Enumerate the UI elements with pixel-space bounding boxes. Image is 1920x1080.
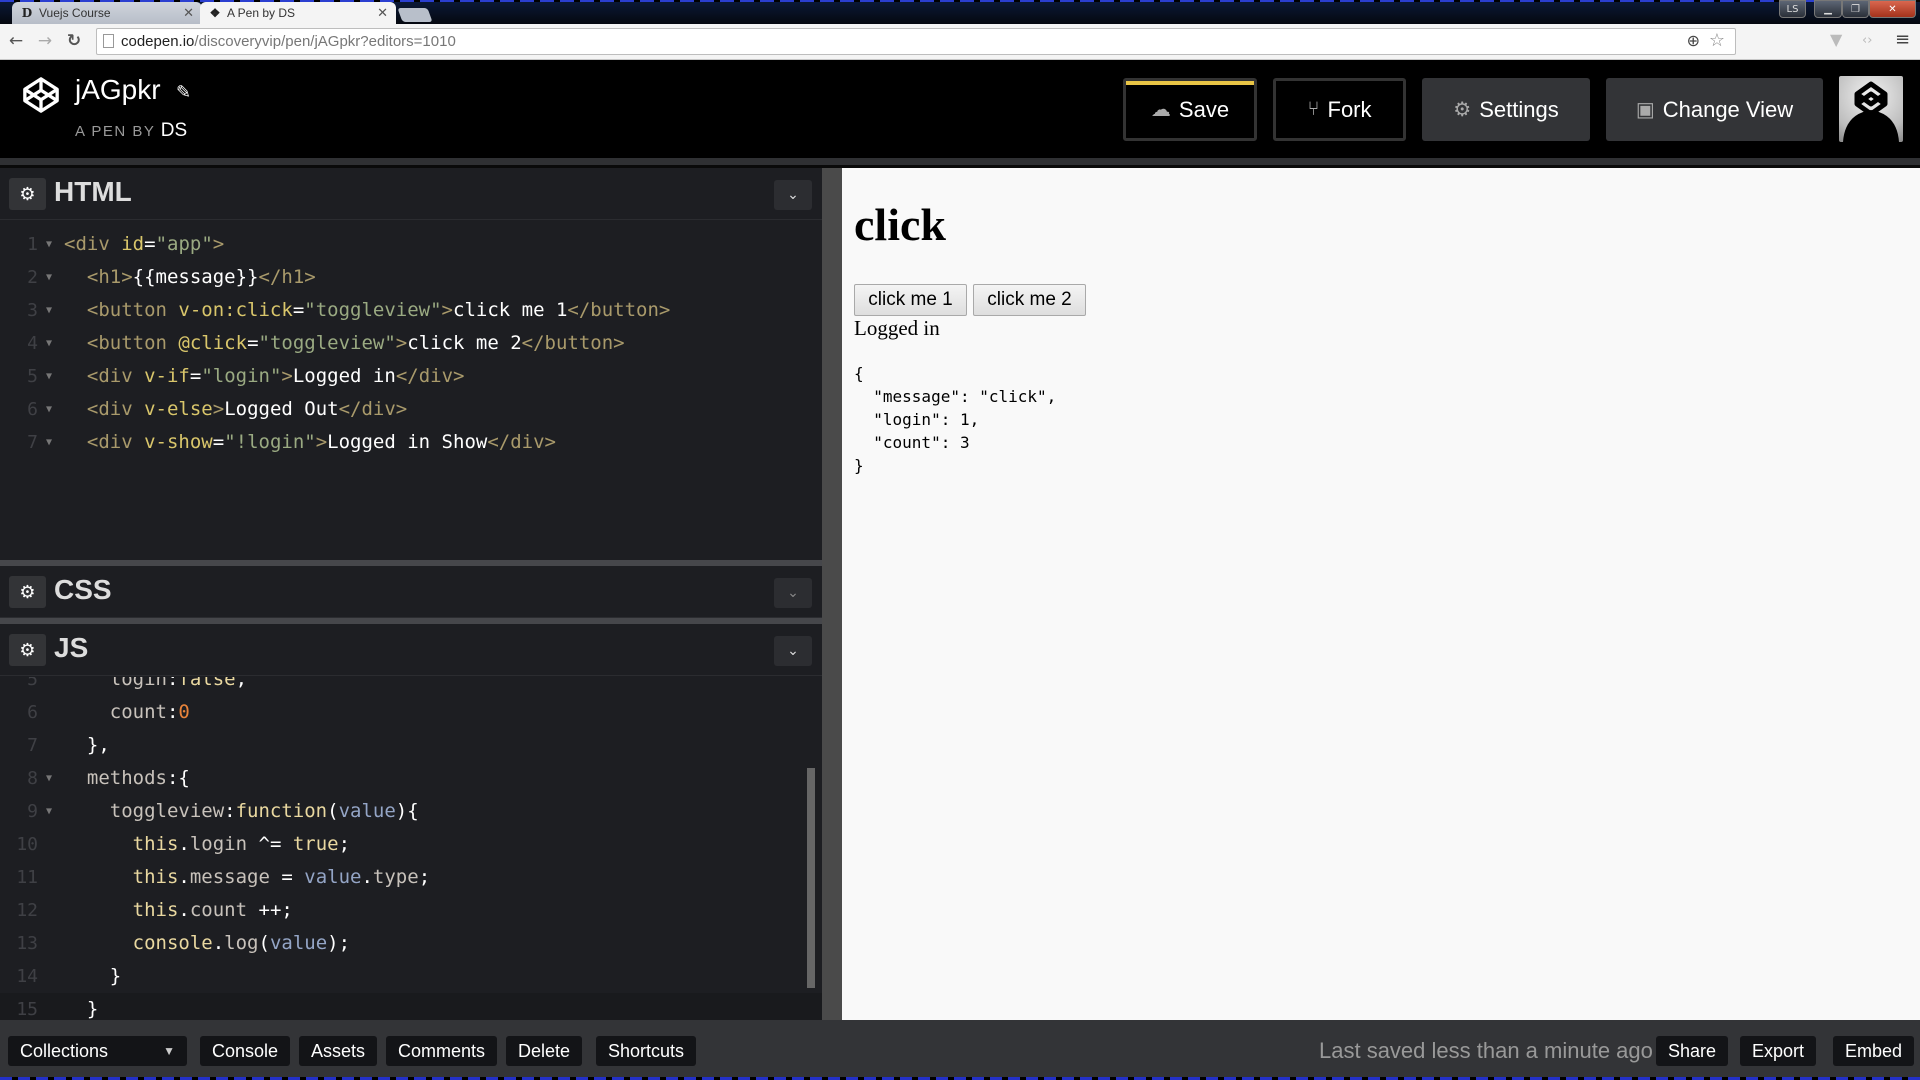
fork-button[interactable]: ⑂ Fork — [1273, 78, 1406, 141]
forward-arrow-icon[interactable]: → — [35, 31, 55, 51]
assets-button[interactable]: Assets — [299, 1036, 378, 1066]
user-avatar[interactable] — [1839, 76, 1903, 142]
extension-ear-icon[interactable]: ‹› — [1862, 33, 1872, 48]
change-view-button[interactable]: ▣ Change View — [1606, 78, 1823, 141]
embed-button[interactable]: Embed — [1833, 1036, 1915, 1066]
share-button[interactable]: Share — [1656, 1036, 1729, 1066]
close-tab-icon[interactable]: ✕ — [183, 5, 194, 21]
login-status-text: Logged in — [854, 316, 940, 340]
back-arrow-icon[interactable]: ← — [6, 31, 26, 51]
reload-icon[interactable]: ↻ — [64, 31, 84, 51]
comments-button[interactable]: Comments — [386, 1036, 498, 1066]
pen-author-line: A PEN BY DS — [75, 120, 188, 141]
url-text[interactable]: codepen.io/discoveryvip/pen/jAGpkr?edito… — [121, 33, 456, 50]
data-json-output: { "message": "click", "login": 1, "count… — [854, 364, 1057, 475]
delete-button[interactable]: Delete — [506, 1036, 583, 1066]
click-me-1-button[interactable]: click me 1 — [854, 284, 967, 316]
minimize-icon[interactable]: ▁ — [1814, 0, 1842, 18]
code-line: 2 ▼ <h1>{{message}}</h1> — [27, 266, 316, 288]
html-settings-gear-icon[interactable]: ⚙ — [9, 178, 46, 210]
course-favicon-icon: D — [21, 6, 33, 20]
result-preview: click click me 1 click me 2 Logged in { … — [842, 168, 1920, 1020]
export-button[interactable]: Export — [1740, 1036, 1817, 1066]
view-window-icon: ▣ — [1635, 99, 1655, 121]
editor-preview-resizer[interactable] — [822, 168, 842, 1020]
code-line: 12 this.count ++; — [16, 899, 293, 921]
fork-icon: ⑂ — [1307, 98, 1320, 120]
code-line: 7 }, — [27, 734, 110, 756]
js-editor-scrollbar[interactable] — [807, 768, 815, 988]
bookmark-star-icon[interactable]: ☆ — [1709, 30, 1725, 51]
codepen-header: jAGpkr ✎ A PEN BY DS ☁ Save ⑂ Fork ⚙ Set… — [0, 60, 1920, 158]
css-settings-gear-icon[interactable]: ⚙ — [9, 576, 46, 608]
browser-title-bar: D Vuejs Course ✕ ❖ A Pen by DS ✕ LS ▁ ❐ … — [0, 0, 1920, 24]
code-line: 1 ▼ <div id="app"> — [27, 233, 225, 255]
html-collapse-chevron-icon[interactable]: ⌄ — [774, 180, 812, 210]
console-button[interactable]: Console — [200, 1036, 291, 1066]
code-line: 14 } — [16, 965, 122, 987]
code-line: 10 this.login ^= true; — [16, 833, 351, 855]
new-tab-button[interactable] — [397, 8, 433, 22]
avatar-codepen-icon — [1843, 81, 1899, 142]
last-saved-status: Last saved less than a minute ago — [1319, 1038, 1653, 1063]
preview-heading: click — [854, 199, 946, 250]
settings-button[interactable]: ⚙ Settings — [1422, 78, 1590, 141]
css-editor-header[interactable]: ⚙ CSS ⌄ — [0, 566, 822, 618]
close-window-icon[interactable]: ✕ — [1869, 0, 1916, 18]
js-code-editor[interactable]: 5 login:false, 6 count:0 7 }, 8 ▼ methods… — [0, 677, 822, 1020]
js-editor-title: JS — [54, 632, 89, 663]
pen-title[interactable]: jAGpkr — [75, 74, 161, 106]
maximize-icon[interactable]: ❐ — [1842, 0, 1869, 18]
save-button[interactable]: ☁ Save — [1123, 78, 1257, 141]
js-collapse-chevron-icon[interactable]: ⌄ — [774, 636, 812, 666]
code-line: 7 ▼ <div v-show="!login">Logged in Show</… — [27, 431, 556, 453]
code-line: 11 this.message = value.type; — [16, 866, 431, 888]
code-line: 4 ▼ <button @click="toggleview">click me … — [27, 332, 625, 354]
code-line: 8 ▼ methods:{ — [27, 767, 190, 789]
address-bar[interactable]: codepen.io/discoveryvip/pen/jAGpkr?edito… — [96, 28, 1736, 55]
codepen-footer: Collections ▼ Console Assets Comments De… — [0, 1020, 1920, 1080]
html-code-editor[interactable]: 1 ▼ <div id="app"> 2 ▼ <h1>{{message}}</h1>… — [0, 228, 822, 460]
dropdown-caret-icon: ▼ — [163, 1044, 175, 1058]
close-tab-icon[interactable]: ✕ — [377, 5, 388, 21]
tab-title: Vuejs Course — [39, 6, 111, 20]
click-me-2-button[interactable]: click me 2 — [973, 284, 1086, 316]
codepen-favicon-icon: ❖ — [209, 6, 221, 20]
code-line: 3 ▼ <button v-on:click="toggleview">click… — [27, 299, 671, 321]
code-line: 9 ▼ toggleview:function(value){ — [27, 800, 419, 822]
shortcuts-button[interactable]: Shortcuts — [596, 1036, 697, 1066]
html-editor-title: HTML — [54, 176, 132, 207]
zoom-icon[interactable]: ⊕ — [1687, 31, 1700, 50]
code-line: 5 login:false, — [27, 677, 248, 690]
js-editor-header: ⚙ JS ⌄ — [0, 624, 822, 676]
browser-tab-vuejs-course[interactable]: D Vuejs Course ✕ — [12, 2, 202, 24]
code-line: 8▼ <pre>{{ $data | json }}</pre> — [0, 459, 822, 460]
header-divider — [0, 158, 1920, 165]
code-line: 6 ▼ <div v-else>Logged Out</div> — [27, 398, 408, 420]
page-icon — [103, 34, 114, 48]
vue-devtools-icon[interactable]: ▼ — [1830, 30, 1842, 49]
author-link[interactable]: DS — [161, 120, 187, 141]
cloud-icon: ☁ — [1150, 99, 1171, 121]
browser-menu-icon[interactable]: ≡ — [1895, 29, 1910, 50]
browser-tab-pen[interactable]: ❖ A Pen by DS ✕ — [200, 2, 396, 24]
browser-toolbar: ← → ↻ codepen.io/discoveryvip/pen/jAGpkr… — [0, 24, 1920, 60]
gear-icon: ⚙ — [1453, 99, 1472, 121]
editors-column: ⚙ HTML ⌄ 1 ▼ <div id="app"> 2 ▼ <h1>{{messa… — [0, 168, 822, 1020]
edit-pencil-icon[interactable]: ✎ — [176, 82, 191, 103]
code-line: 6 count:0 — [27, 701, 190, 723]
js-settings-gear-icon[interactable]: ⚙ — [9, 634, 46, 666]
tab-title: A Pen by DS — [227, 6, 296, 20]
codepen-logo-icon[interactable] — [22, 76, 60, 114]
code-line: 5 ▼ <div v-if="login">Logged in</div> — [27, 365, 465, 387]
code-line: 13 console.log(value); — [16, 932, 351, 954]
collections-dropdown[interactable]: Collections ▼ — [8, 1036, 187, 1066]
css-editor-title: CSS — [54, 574, 112, 605]
css-collapse-chevron-icon[interactable]: ⌄ — [774, 578, 812, 608]
code-line: 15 } — [0, 993, 822, 1020]
html-editor-header: ⚙ HTML ⌄ — [0, 168, 822, 220]
profile-badge[interactable]: LS — [1779, 0, 1806, 18]
